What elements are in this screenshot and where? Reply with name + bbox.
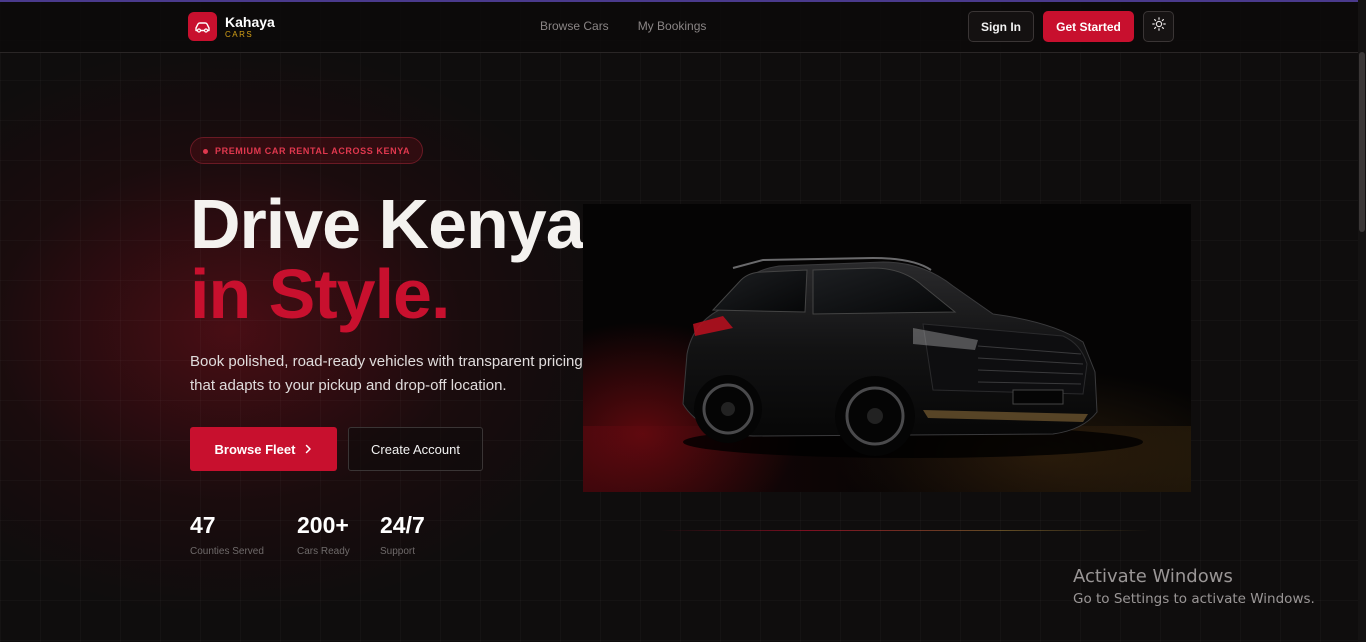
stat-value: 24/7 — [380, 512, 425, 538]
nav-my-bookings[interactable]: My Bookings — [638, 19, 707, 33]
hero-description: Book polished, road-ready vehicles with … — [190, 353, 583, 394]
hero-title: Drive Kenya — [190, 185, 585, 263]
scrollbar-thumb[interactable] — [1359, 52, 1365, 232]
page: Kahaya CARS Browse Cars My Bookings Sign… — [0, 0, 1366, 642]
badge-label: PREMIUM CAR RENTAL ACROSS KENYA — [215, 145, 411, 156]
get-started-button[interactable]: Get Started — [1043, 11, 1134, 42]
stat-value: 200+ — [297, 512, 349, 538]
stat-cars: 200+ Cars Ready — [297, 512, 350, 557]
hero-divider — [660, 530, 1150, 531]
browse-fleet-button[interactable]: Browse Fleet — [190, 427, 337, 471]
hero-badge: PREMIUM CAR RENTAL ACROSS KENYA — [190, 137, 424, 164]
windows-watermark-subtitle: Go to Settings to activate Windows. — [1073, 591, 1315, 607]
hero-title-accent: in Style. — [190, 255, 450, 333]
stat-label: Counties Served — [190, 546, 264, 557]
sign-in-button[interactable]: Sign In — [968, 11, 1034, 42]
stat-value: 47 — [190, 512, 216, 538]
page-scrollbar[interactable] — [1358, 0, 1366, 642]
hero-car-image — [583, 204, 1191, 492]
chevron-right-icon — [305, 442, 312, 457]
sun-icon — [1151, 17, 1166, 36]
stat-label: Cars Ready — [297, 546, 350, 557]
badge-dot — [203, 149, 208, 154]
browse-fleet-label: Browse Fleet — [214, 441, 296, 457]
nav-browse-cars[interactable]: Browse Cars — [540, 19, 609, 33]
brand-subtitle: CARS — [225, 29, 254, 39]
stat-counties: 47 Counties Served — [190, 512, 264, 557]
main-nav: Browse Cars My Bookings — [540, 19, 706, 33]
stat-label: Support — [380, 546, 416, 557]
theme-toggle-button[interactable] — [1143, 11, 1174, 42]
brand-name: Kahaya — [225, 13, 275, 30]
create-account-button[interactable]: Create Account — [348, 427, 483, 471]
windows-watermark-title: Activate Windows — [1073, 566, 1233, 587]
car-icon — [188, 12, 217, 41]
stat-support: 24/7 Support — [380, 512, 425, 557]
brand-logo[interactable]: Kahaya CARS — [188, 12, 275, 41]
site-header: Kahaya CARS Browse Cars My Bookings Sign… — [0, 2, 1366, 53]
